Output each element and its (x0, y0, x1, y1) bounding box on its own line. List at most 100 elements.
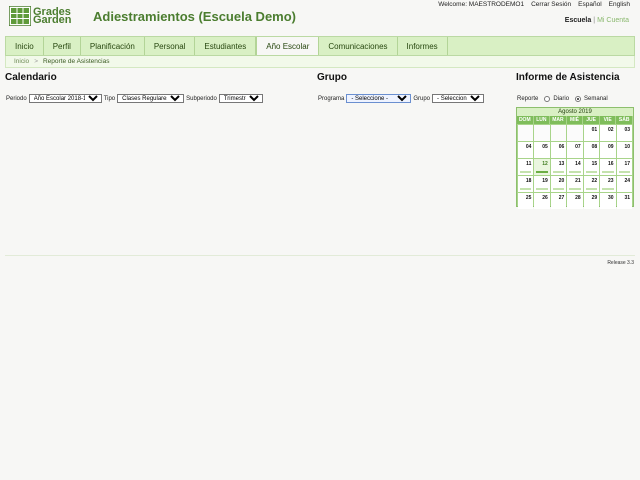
calendar-day-cell[interactable]: 02 (600, 125, 616, 141)
calendar-day-cell[interactable]: 19 (534, 176, 550, 192)
calendar-day-cell[interactable]: 18 (518, 176, 534, 192)
logo-wordmark: Grades Garden (33, 5, 72, 26)
calendar-day-cell[interactable]: 16 (600, 159, 616, 175)
grupo-select[interactable]: - Seleccione - (432, 94, 485, 103)
calendar-day-cell[interactable]: 10 (616, 142, 632, 158)
tab-personal[interactable]: Personal (145, 37, 196, 55)
language-spanish-link[interactable]: Español (578, 0, 602, 9)
weekday-label: VIE (599, 116, 617, 124)
attendance-indicator (602, 171, 614, 173)
attendance-indicator (552, 171, 565, 173)
calendar-day-cell[interactable]: 08 (583, 142, 600, 158)
calendar-empty-cell (534, 125, 550, 141)
calendar-day-number: 20 (558, 178, 565, 184)
programa-select[interactable]: - Seleccione - (346, 94, 412, 103)
tab-ano-escolar[interactable]: Año Escolar (256, 37, 320, 55)
tab-inicio[interactable]: Inicio (6, 37, 44, 55)
programa-label: Programa (318, 95, 345, 102)
breadcrumb-home[interactable]: Inicio (14, 58, 29, 65)
tab-perfil[interactable]: Perfil (44, 37, 81, 55)
calendar-day-cell[interactable]: 28 (567, 193, 583, 209)
calendar-day-cell[interactable]: 06 (550, 142, 567, 158)
calendar-day-cell[interactable]: 11 (518, 159, 534, 175)
calendar-day-cell[interactable]: 23 (600, 176, 616, 192)
calendar-day-number: 14 (575, 161, 581, 167)
release-version: Release 3.3 (607, 260, 634, 266)
grid-logo-icon (8, 5, 32, 27)
grupo-heading: Grupo (317, 72, 347, 83)
calendar-day-number: 31 (624, 195, 630, 201)
attendance-indicator (520, 171, 532, 173)
calendar-day-number: 08 (591, 144, 598, 150)
calendar-day-cell[interactable]: 30 (600, 193, 616, 209)
calendar-day-cell[interactable]: 22 (583, 176, 600, 192)
calendar-day-number: 26 (542, 195, 548, 201)
calendar-day-cell[interactable]: 04 (518, 142, 534, 158)
calendar-day-cell[interactable]: 26 (534, 193, 550, 209)
calendar-day-cell[interactable]: 07 (567, 142, 583, 158)
calendar-day-number: 11 (526, 161, 532, 167)
tipo-label: Tipo (103, 95, 116, 102)
attendance-calendar: Agosto 2019 DOM LUN MAR MIÉ JUE VIE SÁB 01 02 03… (516, 107, 634, 209)
periodo-label: Periodo (6, 95, 27, 102)
calendar-day-number: 30 (608, 195, 614, 201)
calendar-day-cell[interactable]: 27 (550, 193, 567, 209)
calendar-day-cell[interactable]: 31 (616, 193, 632, 209)
calendar-day-cell[interactable]: 14 (567, 159, 583, 175)
attendance-indicator (569, 171, 581, 173)
school-link[interactable]: Escuela (565, 17, 591, 24)
semanal-radio[interactable] (575, 96, 582, 102)
calendar-day-number: 10 (624, 144, 630, 150)
calendar-day-cell[interactable]: 21 (567, 176, 583, 192)
calendar-day-cell[interactable]: 29 (583, 193, 600, 209)
calendar-day-number: 09 (608, 144, 614, 150)
calendar-day-cell[interactable]: 15 (583, 159, 600, 175)
language-english-link[interactable]: English (609, 0, 630, 9)
calendar-day-number: 25 (525, 195, 532, 201)
attendance-indicator (585, 171, 598, 173)
weekday-label: DOM (517, 116, 534, 124)
attendance-indicator (618, 171, 630, 173)
main-navigation: Inicio Perfil Planificación Personal Est… (5, 36, 635, 56)
diario-label[interactable]: Diario (553, 96, 569, 102)
diario-radio[interactable] (544, 96, 551, 102)
tab-planificacion[interactable]: Planificación (81, 37, 145, 55)
weekday-label: SÁB (616, 116, 633, 124)
tab-estudiantes[interactable]: Estudiantes (195, 37, 257, 55)
calendar-day-cell[interactable]: 20 (550, 176, 567, 192)
attendance-indicator (552, 188, 565, 190)
calendar-month-label: Agosto 2019 (517, 108, 633, 116)
informe-heading: Informe de Asistencia (516, 72, 620, 83)
tipo-select[interactable]: Clases Regulares (117, 94, 185, 103)
attendance-indicator (536, 188, 548, 190)
calendario-heading: Calendario (5, 72, 57, 83)
attendance-indicator (536, 171, 548, 173)
calendar-day-number: 06 (558, 144, 565, 150)
tab-comunicaciones[interactable]: Comunicaciones (319, 37, 398, 55)
calendar-day-number: 07 (575, 144, 581, 150)
report-type-options: Reporte Diario Semanal (517, 96, 608, 102)
logout-link[interactable]: Cerrar Sesión (531, 0, 571, 9)
calendar-day-number: 22 (591, 178, 598, 184)
calendar-day-number: 02 (608, 127, 614, 133)
top-utility-bar: Welcome: MAESTRODEMO1 Cerrar Sesión Espa… (438, 0, 630, 9)
calendar-day-cell[interactable]: 05 (534, 142, 550, 158)
calendar-day-cell[interactable]: 24 (616, 176, 632, 192)
calendar-day-cell[interactable]: 01 (583, 125, 600, 141)
calendar-day-cell[interactable]: 25 (518, 193, 534, 209)
calendar-day-cell[interactable]: 17 (616, 159, 632, 175)
grades-garden-logo[interactable]: Grades Garden (8, 5, 79, 27)
calendar-empty-cell (550, 125, 567, 141)
calendar-day-cell[interactable]: 03 (616, 125, 632, 141)
calendar-day-cell[interactable]: 12 (534, 159, 550, 175)
periodo-select[interactable]: Año Escolar 2018-19 (28, 94, 102, 103)
subperiodo-select[interactable]: Trimestre 1 (218, 94, 263, 103)
calendar-day-cell[interactable]: 13 (550, 159, 567, 175)
weekday-label: MAR (550, 116, 567, 124)
calendar-day-number: 17 (624, 161, 630, 167)
my-account-link[interactable]: Mi Cuenta (597, 17, 629, 24)
calendar-day-cell[interactable]: 09 (600, 142, 616, 158)
tab-informes[interactable]: Informes (398, 37, 448, 55)
calendar-day-number: 23 (608, 178, 614, 184)
semanal-label[interactable]: Semanal (584, 96, 608, 102)
